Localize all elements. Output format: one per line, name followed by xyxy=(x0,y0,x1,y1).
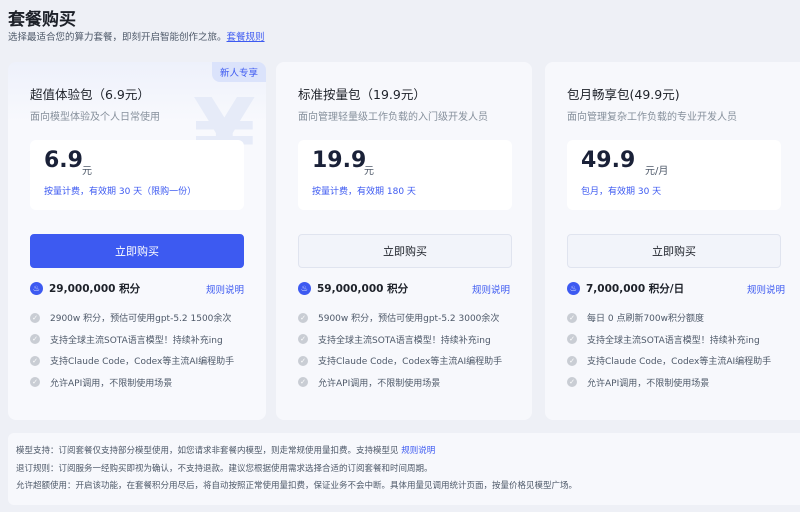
check-icon: ✓ xyxy=(567,312,577,323)
feature-text: 允许API调用，不限制使用场景 xyxy=(587,378,710,389)
check-icon: ✓ xyxy=(567,334,577,345)
points-text: 59,000,000 积分 xyxy=(317,283,409,295)
new-user-badge: 新人专享 xyxy=(211,62,266,82)
check-icon: ✓ xyxy=(298,377,308,388)
feature-list: ✓ 每日 0 点刷新700w积分额度 ✓ 支持全球主流SOTA语言模型！持续补充ing… xyxy=(567,307,771,393)
feature-text: 5900w 积分，预估可使用gpt-5.2 3000余次 xyxy=(318,314,500,325)
check-icon: ✓ xyxy=(298,334,308,345)
buy-now-button[interactable]: 立即购买 xyxy=(567,234,781,268)
feature-item: ✓ 支持全球主流SOTA语言模型！持续补充ing xyxy=(567,329,771,351)
note-text: 模型支持：订阅套餐仅支持部分模型使用，如您请求非套餐内模型，则走常规使用量扣费。… xyxy=(16,446,399,456)
buy-now-button[interactable]: 立即购买 xyxy=(298,234,512,268)
check-icon: ✓ xyxy=(298,355,308,366)
price-box: 6.9 元 按量计费，有效期 30 天（限购一份） xyxy=(30,140,244,210)
points-text: 7,000,000 积分/日 xyxy=(586,283,685,295)
price-box: 49.9 元/月 包月，有效期 30 天 xyxy=(567,140,781,210)
notes-panel: 模型支持：订阅套餐仅支持部分模型使用，如您请求非套餐内模型，则走常规使用量扣费。… xyxy=(8,433,800,505)
feature-text: 支持Claude Code，Codex等主流AI编程助手 xyxy=(50,357,235,368)
price-unit: 元/月 xyxy=(645,166,669,177)
feature-item: ✓ 支持Claude Code，Codex等主流AI编程助手 xyxy=(30,350,234,372)
feature-list: ✓ 2900w 积分，预估可使用gpt-5.2 1500余次 ✓ 支持全球主流SOTA… xyxy=(30,307,234,393)
buy-now-button[interactable]: 立即购买 xyxy=(30,234,244,268)
points-icon: ♨ xyxy=(30,282,43,295)
rules-link[interactable]: 规则说明 xyxy=(472,282,510,296)
check-icon: ✓ xyxy=(30,355,40,366)
feature-item: ✓ 5900w 积分，预估可使用gpt-5.2 3000余次 xyxy=(298,307,502,329)
note-overage: 允许超额使用：开启该功能，在套餐积分用尽后，将自动按照正常使用量扣费，保证业务不… xyxy=(16,481,578,491)
model-rules-link[interactable]: 规则说明 xyxy=(401,446,435,456)
points-icon: ♨ xyxy=(298,282,311,295)
feature-text: 支持全球主流SOTA语言模型！持续补充ing xyxy=(50,335,223,346)
feature-text: 支持Claude Code，Codex等主流AI编程助手 xyxy=(318,357,503,368)
feature-text: 支持全球主流SOTA语言模型！持续补充ing xyxy=(587,335,760,346)
price-unit: 元 xyxy=(82,166,92,177)
subtitle-text: 选择最适合您的算力套餐，即刻开启智能创作之旅。 xyxy=(8,32,227,43)
plan-description: 面向模型体验及个人日常使用 xyxy=(30,112,160,123)
plan-card: ¥ 新人专享 超值体验包（6.9元） 面向模型体验及个人日常使用 6.9 元 按量… xyxy=(8,62,266,420)
check-icon: ✓ xyxy=(567,355,577,366)
plan-name: 包月畅享包(49.9元) xyxy=(567,87,680,102)
feature-item: ✓ 允许API调用，不限制使用场景 xyxy=(30,372,234,394)
note-model-support: 模型支持：订阅套餐仅支持部分模型使用，如您请求非套餐内模型，则走常规使用量扣费。… xyxy=(16,443,800,461)
feature-item: ✓ 每日 0 点刷新700w积分额度 xyxy=(567,307,771,329)
price-unit: 元 xyxy=(364,166,374,177)
feature-text: 允许API调用，不限制使用场景 xyxy=(318,378,441,389)
plan-description: 面向管理轻量级工作负载的入门级开发人员 xyxy=(298,112,488,123)
plan-description: 面向管理复杂工作负载的专业开发人员 xyxy=(567,112,737,123)
billing-period: 包月，有效期 30 天 xyxy=(581,187,662,197)
plan-name: 超值体验包（6.9元） xyxy=(30,87,150,102)
feature-text: 支持全球主流SOTA语言模型！持续补充ing xyxy=(318,335,491,346)
feature-text: 允许API调用，不限制使用场景 xyxy=(50,378,173,389)
check-icon: ✓ xyxy=(30,377,40,388)
feature-item: ✓ 支持Claude Code，Codex等主流AI编程助手 xyxy=(298,350,502,372)
feature-item: ✓ 允许API调用，不限制使用场景 xyxy=(298,372,502,394)
points-amount: ♨ 7,000,000 积分/日 xyxy=(567,281,684,296)
feature-item: ✓ 2900w 积分，预估可使用gpt-5.2 1500余次 xyxy=(30,307,234,329)
plan-card: 包月畅享包(49.9元) 面向管理复杂工作负载的专业开发人员 49.9 元/月 … xyxy=(545,62,800,420)
feature-item: ✓ 支持全球主流SOTA语言模型！持续补充ing xyxy=(298,329,502,351)
feature-text: 2900w 积分，预估可使用gpt-5.2 1500余次 xyxy=(50,314,232,325)
billing-period: 按量计费，有效期 30 天（限购一份） xyxy=(44,187,197,197)
feature-text: 支持Claude Code，Codex等主流AI编程助手 xyxy=(587,357,772,368)
billing-period: 按量计费，有效期 180 天 xyxy=(312,187,416,197)
feature-text: 每日 0 点刷新700w积分额度 xyxy=(587,314,704,325)
check-icon: ✓ xyxy=(30,312,40,323)
page-title: 套餐购买 xyxy=(8,10,76,30)
price-value: 19.9 xyxy=(312,148,367,173)
plan-card: 标准按量包（19.9元） 面向管理轻量级工作负载的入门级开发人员 19.9 元 … xyxy=(276,62,532,420)
rules-link[interactable]: 规则说明 xyxy=(206,282,244,296)
note-refund: 退订规则：订阅服务一经购买即视为确认，不支持退款。建议您根据使用需求选择合适的订… xyxy=(16,463,433,474)
feature-item: ✓ 支持Claude Code，Codex等主流AI编程助手 xyxy=(567,350,771,372)
check-icon: ✓ xyxy=(567,377,577,388)
feature-list: ✓ 5900w 积分，预估可使用gpt-5.2 3000余次 ✓ 支持全球主流SOTA… xyxy=(298,307,502,393)
price-value: 6.9 xyxy=(44,148,83,173)
plan-name: 标准按量包（19.9元） xyxy=(298,87,426,102)
points-icon: ♨ xyxy=(567,282,580,295)
feature-item: ✓ 支持全球主流SOTA语言模型！持续补充ing xyxy=(30,329,234,351)
points-text: 29,000,000 积分 xyxy=(49,283,141,295)
package-rules-link[interactable]: 套餐规则 xyxy=(227,32,265,43)
price-value: 49.9 xyxy=(581,148,636,173)
points-amount: ♨ 59,000,000 积分 xyxy=(298,281,408,296)
feature-item: ✓ 允许API调用，不限制使用场景 xyxy=(567,372,771,394)
price-box: 19.9 元 按量计费，有效期 180 天 xyxy=(298,140,512,210)
check-icon: ✓ xyxy=(298,312,308,323)
points-amount: ♨ 29,000,000 积分 xyxy=(30,281,140,296)
page-subtitle: 选择最适合您的算力套餐，即刻开启智能创作之旅。套餐规则 xyxy=(8,29,265,43)
rules-link[interactable]: 规则说明 xyxy=(747,282,785,296)
check-icon: ✓ xyxy=(30,334,40,345)
